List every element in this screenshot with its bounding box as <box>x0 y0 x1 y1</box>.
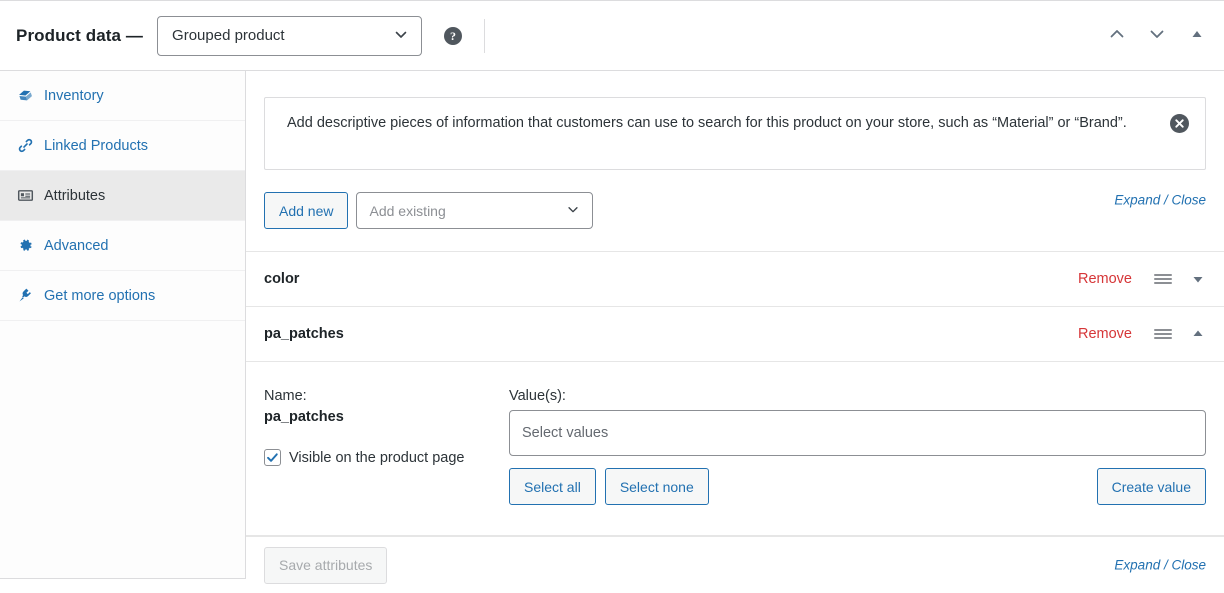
collapse-panel-button[interactable] <box>1184 23 1210 49</box>
notice-text: Add descriptive pieces of information th… <box>287 115 1127 131</box>
attribute-detail-right: Value(s): Select values Select all Selec… <box>509 388 1206 505</box>
attribute-values-select[interactable]: Select values <box>509 410 1206 456</box>
sidebar-item-get-more-options[interactable]: Get more options <box>0 271 245 321</box>
expand-link[interactable]: Expand <box>1114 192 1160 207</box>
create-value-button[interactable]: Create value <box>1097 468 1206 505</box>
triangle-up-icon[interactable] <box>1190 326 1206 342</box>
triangle-down-icon[interactable] <box>1190 271 1206 287</box>
chevron-up-icon <box>1108 25 1126 46</box>
attribute-name: color <box>264 271 299 287</box>
attribute-value-buttons: Select all Select none Create value <box>509 468 1206 505</box>
product-data-panel: Product data — Grouped product ? <box>0 0 1224 579</box>
toolbar-expand-close: Expand / Close <box>1114 192 1206 207</box>
product-type-select-wrapper: Grouped product <box>157 16 422 56</box>
help-circle-icon[interactable]: ? <box>444 27 462 45</box>
attributes-toolbar: Add new Add existing Expand / Close <box>246 170 1224 229</box>
expand-close-separator: / <box>1160 558 1171 573</box>
visible-checkbox[interactable] <box>264 449 281 466</box>
expand-link[interactable]: Expand <box>1114 558 1160 573</box>
visible-on-product-page-row[interactable]: Visible on the product page <box>264 449 509 466</box>
attribute-detail-panel: Name: pa_patches Visible on the product … <box>246 362 1224 536</box>
archive-box-icon <box>14 87 36 105</box>
attributes-list: color Remove pa_patches Remove <box>246 251 1224 536</box>
expand-close-separator: / <box>1160 192 1171 207</box>
gear-icon <box>14 237 36 255</box>
sidebar-item-inventory[interactable]: Inventory <box>0 71 245 121</box>
move-up-button[interactable] <box>1104 23 1130 49</box>
attribute-values-label: Value(s): <box>509 388 1206 404</box>
select-none-button[interactable]: Select none <box>605 468 709 505</box>
panel-header: Product data — Grouped product ? <box>0 1 1224 71</box>
attributes-panel-content: Add descriptive pieces of information th… <box>246 71 1224 578</box>
table-row[interactable]: color Remove <box>246 252 1224 307</box>
sidebar-item-label: Get more options <box>44 288 155 304</box>
plug-icon <box>14 287 36 305</box>
attribute-detail-left: Name: pa_patches Visible on the product … <box>264 388 509 505</box>
sidebar-item-linked-products[interactable]: Linked Products <box>0 121 245 171</box>
sidebar-item-label: Inventory <box>44 88 104 104</box>
remove-attribute-link[interactable]: Remove <box>1078 326 1132 342</box>
add-new-attribute-button[interactable]: Add new <box>264 192 348 229</box>
drag-handle-icon[interactable] <box>1154 271 1172 287</box>
add-existing-attribute-select[interactable]: Add existing <box>356 192 593 229</box>
sidebar-item-label: Advanced <box>44 238 109 254</box>
attributes-footer: Save attributes Expand / Close <box>246 536 1224 593</box>
sidebar-item-attributes[interactable]: Attributes <box>0 171 245 221</box>
table-row[interactable]: pa_patches Remove <box>246 307 1224 362</box>
close-link[interactable]: Close <box>1171 192 1206 207</box>
save-attributes-button[interactable]: Save attributes <box>264 547 387 584</box>
chevron-down-icon <box>1148 25 1166 46</box>
attribute-values-placeholder: Select values <box>522 425 608 441</box>
move-down-button[interactable] <box>1144 23 1170 49</box>
add-existing-attribute-wrapper: Add existing <box>356 192 593 229</box>
sidebar-item-advanced[interactable]: Advanced <box>0 221 245 271</box>
sidebar-item-label: Attributes <box>44 188 105 204</box>
footer-expand-close: Expand / Close <box>1114 558 1206 573</box>
header-divider <box>484 19 485 53</box>
select-all-button[interactable]: Select all <box>509 468 596 505</box>
sidebar-item-label: Linked Products <box>44 138 148 154</box>
attribute-name-label: Name: <box>264 388 509 404</box>
panel-body: Inventory Linked Products Attributes Adv… <box>0 71 1224 578</box>
attribute-row-actions: Remove <box>1078 271 1206 287</box>
chain-link-icon <box>14 137 36 155</box>
header-actions <box>1104 23 1210 49</box>
page-title: Product data — <box>16 26 143 46</box>
close-link[interactable]: Close <box>1171 558 1206 573</box>
list-view-icon <box>14 187 36 205</box>
remove-attribute-link[interactable]: Remove <box>1078 271 1132 287</box>
visible-checkbox-label[interactable]: Visible on the product page <box>289 450 464 466</box>
triangle-up-icon <box>1191 28 1203 43</box>
attribute-name: pa_patches <box>264 326 344 342</box>
attributes-info-notice: Add descriptive pieces of information th… <box>264 97 1206 170</box>
attribute-name-value: pa_patches <box>264 409 509 425</box>
product-data-tabs: Inventory Linked Products Attributes Adv… <box>0 71 246 578</box>
drag-handle-icon[interactable] <box>1154 326 1172 342</box>
attribute-row-actions: Remove <box>1078 326 1206 342</box>
close-circle-icon[interactable] <box>1170 114 1189 133</box>
product-type-select[interactable]: Grouped product <box>157 16 422 56</box>
